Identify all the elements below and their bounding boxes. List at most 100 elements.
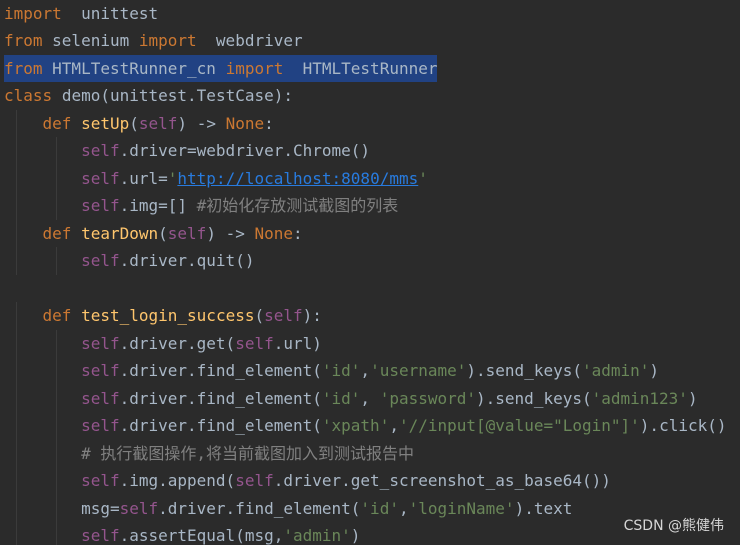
code-token: , — [360, 361, 371, 380]
code-line-text: self.driver.quit() — [4, 247, 254, 275]
code-token: HTMLTestRunner — [283, 58, 438, 78]
code-token: 'id' — [360, 498, 399, 518]
code-token: : — [264, 113, 274, 133]
code-token: self — [167, 223, 207, 243]
code-token: demo — [61, 86, 101, 105]
code-line-text: self.url='http://localhost:8080/mms' — [4, 165, 428, 193]
code-token: self — [81, 196, 120, 215]
code-token: ' — [418, 168, 428, 188]
code-token: self — [81, 333, 120, 353]
code-token: webdriver — [196, 31, 303, 50]
code-token: self — [81, 168, 120, 188]
code-token: ) — [649, 361, 660, 380]
code-line[interactable]: self.driver.find_element('id','username'… — [0, 357, 740, 385]
code-token: ).click() — [639, 416, 727, 435]
code-token: ) -> — [206, 223, 255, 243]
code-editor[interactable]: import unittest from selenium import webd… — [0, 0, 740, 545]
code-token: ' — [167, 168, 178, 188]
code-line[interactable]: class demo(unittest.TestCase): — [0, 82, 740, 110]
code-line-text: def setUp(self) -> None: — [4, 110, 274, 138]
code-line[interactable]: def setUp(self) -> None: — [0, 109, 740, 138]
code-token: 'id' — [321, 388, 361, 408]
code-token: import — [4, 3, 62, 23]
code-token: msg= — [4, 498, 120, 518]
code-token: self — [119, 498, 159, 518]
code-line[interactable]: def tearDown(self) -> None: — [0, 219, 740, 248]
code-token: .driver.find_element( — [158, 498, 361, 518]
code-line-text: class demo(unittest.TestCase): — [4, 82, 293, 110]
code-token: 'loginName' — [408, 498, 515, 518]
code-token: .driver.find_element( — [119, 361, 322, 380]
code-token: ).text — [514, 498, 573, 518]
code-line[interactable]: from selenium import webdriver — [0, 27, 740, 55]
code-token: tearDown — [81, 223, 159, 243]
code-line[interactable]: self.driver.quit() — [0, 247, 740, 275]
code-line[interactable]: self.driver.get(self.url) — [0, 329, 740, 357]
code-line-text: from HTMLTestRunner_cn import HTMLTestRu… — [4, 54, 438, 82]
code-token: .driver=webdriver.Chrome() — [119, 141, 371, 160]
code-token: ).send_keys( — [476, 388, 592, 408]
code-token: self — [235, 333, 274, 353]
code-line-text: self.driver=webdriver.Chrome() — [4, 137, 370, 165]
code-line-text: def tearDown(self) -> None: — [4, 220, 303, 248]
code-line[interactable]: self.url='http://localhost:8080/mms' — [0, 164, 740, 193]
code-token: .img.append( — [119, 471, 236, 490]
code-line[interactable]: from HTMLTestRunner_cn import HTMLTestRu… — [0, 54, 740, 82]
code-token: ) -> — [177, 113, 226, 133]
code-token: .url= — [119, 168, 168, 188]
code-token: ) — [687, 388, 698, 408]
code-line-text: self.img.append(self.driver.get_screensh… — [4, 467, 611, 495]
code-token: from — [4, 58, 43, 78]
code-line[interactable]: import unittest — [0, 0, 740, 27]
code-line[interactable] — [0, 275, 740, 303]
code-token: self — [138, 113, 178, 133]
code-token: ) — [350, 526, 361, 545]
code-token: 'username' — [370, 361, 467, 380]
code-token: self — [81, 388, 120, 408]
code-token: self — [81, 141, 120, 160]
code-line-text: msg=self.driver.find_element('id','login… — [4, 495, 572, 523]
code-line[interactable]: self.img.append(self.driver.get_screensh… — [0, 467, 740, 495]
code-token: None — [254, 223, 294, 243]
code-token: self — [81, 471, 120, 490]
code-token: ( — [158, 223, 168, 243]
code-line[interactable]: self.driver.find_element('id', 'password… — [0, 384, 740, 412]
code-token: def — [42, 223, 72, 243]
code-token: ).send_keys( — [466, 361, 582, 380]
code-token: 'xpath' — [321, 416, 390, 435]
code-token: self — [264, 306, 303, 325]
code-token: .driver.get_screenshot_as_base64()) — [273, 471, 611, 490]
code-token: , — [398, 498, 409, 518]
code-token: test_login_success — [81, 306, 255, 325]
code-line[interactable]: def test_login_success(self): — [0, 302, 740, 330]
code-token: class — [4, 86, 53, 105]
code-line[interactable]: self.img=[] #初始化存放测试截图的列表 — [0, 192, 740, 220]
code-token: def — [42, 306, 72, 325]
code-line-text: self.driver.find_element('id','username'… — [4, 357, 659, 385]
code-line[interactable]: self.driver.find_element('xpath','//inpu… — [0, 412, 740, 440]
code-token: .driver.find_element( — [119, 416, 322, 435]
code-token: import — [138, 31, 197, 50]
code-token: ): — [302, 306, 322, 325]
code-token: from — [4, 31, 43, 50]
code-line-text: self.driver.find_element('xpath','//inpu… — [4, 412, 727, 440]
code-line-text: from selenium import webdriver — [4, 27, 303, 55]
code-token: self — [81, 251, 120, 270]
code-line-text: self.assertEqual(msg,'admin') — [4, 522, 360, 545]
code-token: 'password' — [379, 388, 477, 408]
code-token: HTMLTestRunner_cn — [42, 58, 226, 78]
code-token: ( — [254, 306, 265, 325]
code-line[interactable]: self.driver=webdriver.Chrome() — [0, 137, 740, 165]
code-line[interactable]: # 执行截图操作,将当前截图加入到测试报告中 — [0, 439, 740, 467]
